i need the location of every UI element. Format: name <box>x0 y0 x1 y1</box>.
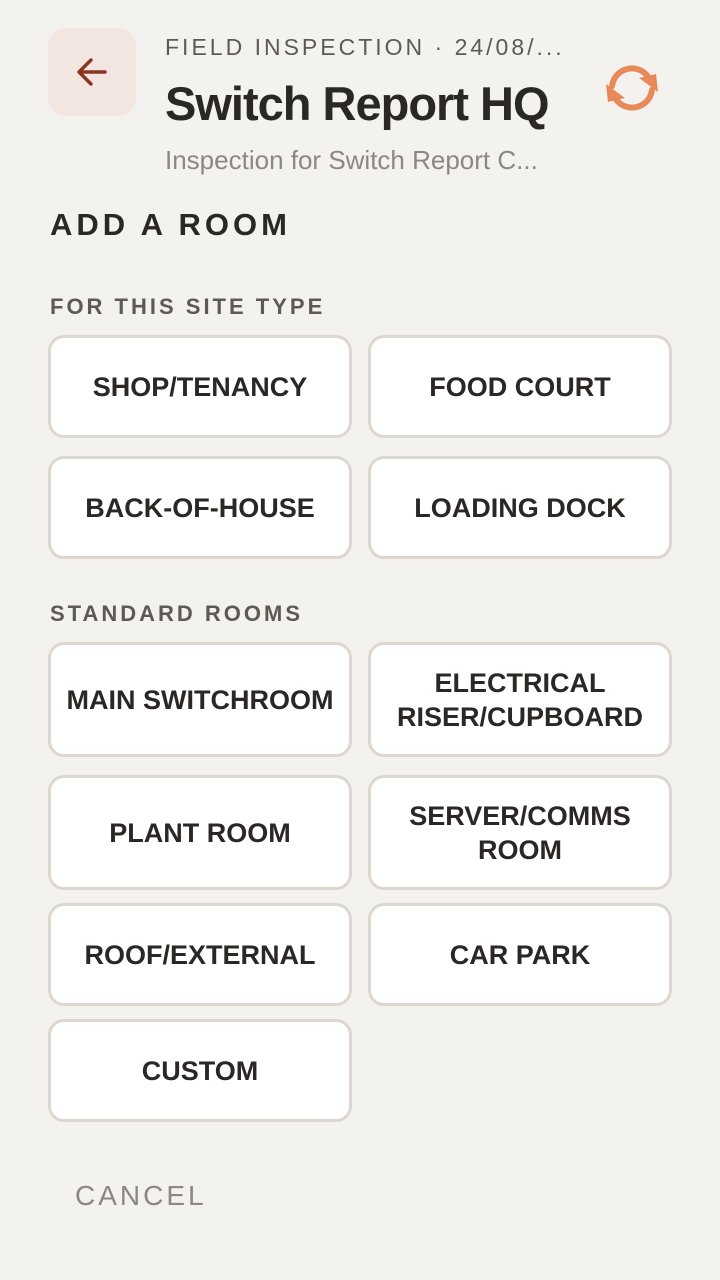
room-button-electrical-riser[interactable]: ELECTRICAL RISER/CUPBOARD <box>368 642 672 757</box>
room-button-main-switchroom[interactable]: MAIN SWITCHROOM <box>48 642 352 757</box>
room-button-custom[interactable]: CUSTOM <box>48 1019 352 1122</box>
site-type-room-grid: SHOP/TENANCY FOOD COURT BACK-OF-HOUSE LO… <box>48 335 672 559</box>
room-button-back-of-house[interactable]: BACK-OF-HOUSE <box>48 456 352 559</box>
arrow-left-icon <box>77 58 107 86</box>
room-button-loading-dock[interactable]: LOADING DOCK <box>368 456 672 559</box>
page-subtitle: Inspection for Switch Report C... <box>165 145 538 175</box>
page-title: Switch Report HQ <box>165 77 550 130</box>
sync-button[interactable] <box>596 58 668 118</box>
room-button-car-park[interactable]: CAR PARK <box>368 903 672 1006</box>
room-button-roof-external[interactable]: ROOF/EXTERNAL <box>48 903 352 1006</box>
standard-rooms-label: STANDARD ROOMS <box>50 601 304 626</box>
back-button[interactable] <box>48 28 136 116</box>
room-button-shop-tenancy[interactable]: SHOP/TENANCY <box>48 335 352 438</box>
add-room-screen: FIELD INSPECTION · 24/08/... Switch Repo… <box>0 0 720 1280</box>
cancel-button[interactable]: CANCEL <box>75 1178 207 1214</box>
section-heading: ADD A ROOM <box>50 207 291 242</box>
sync-icon <box>606 65 658 111</box>
room-button-server-comms-room[interactable]: SERVER/COMMS ROOM <box>368 775 672 890</box>
header: FIELD INSPECTION · 24/08/... Switch Repo… <box>165 30 570 178</box>
standard-room-grid: MAIN SWITCHROOM ELECTRICAL RISER/CUPBOAR… <box>48 642 672 1122</box>
room-button-plant-room[interactable]: PLANT ROOM <box>48 775 352 890</box>
site-type-label: FOR THIS SITE TYPE <box>50 294 326 319</box>
room-button-food-court[interactable]: FOOD COURT <box>368 335 672 438</box>
eyebrow-text: FIELD INSPECTION · 24/08/... <box>165 34 565 60</box>
